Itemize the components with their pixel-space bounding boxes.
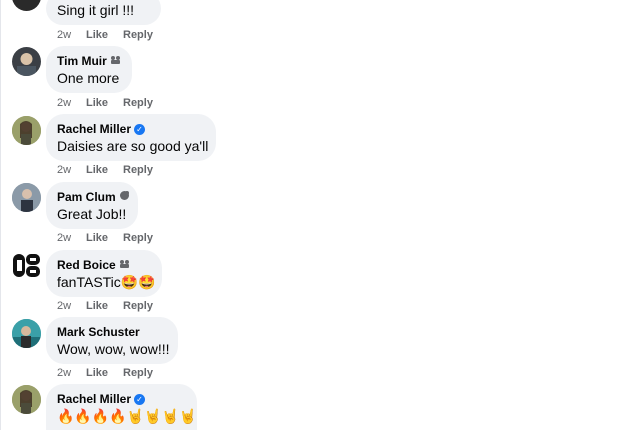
comment-actions: 2w Like Reply	[57, 28, 153, 42]
reply-button[interactable]: Reply	[123, 28, 153, 42]
comment-text: Great Job!!	[57, 206, 127, 222]
comment-time[interactable]: 2w	[57, 299, 86, 313]
comment-time[interactable]: 2w	[57, 366, 86, 380]
reply-button[interactable]: Reply	[123, 299, 153, 313]
avatar[interactable]	[12, 385, 41, 414]
comment-author[interactable]: Pam Clum	[57, 190, 116, 205]
avatar[interactable]	[12, 0, 41, 11]
red-boice-logo	[13, 254, 40, 277]
comment-bubble: Rachel Miller ✓ 🔥🔥🔥🔥🤘🤘🤘🤘	[46, 384, 197, 430]
comment-actions: 2w Like Reply	[57, 299, 153, 313]
comment-bubble: Tim Muir One more	[46, 46, 132, 93]
avatar[interactable]	[12, 47, 41, 76]
comment-bubble: Pam Clum Great Job!!	[46, 182, 138, 229]
comment-time[interactable]: 2w	[57, 96, 86, 110]
comment-author[interactable]: Rachel Miller	[57, 122, 131, 137]
comment-bubble: Sing it girl !!!	[46, 0, 161, 25]
comment-actions: 2w Like Reply	[57, 96, 153, 110]
like-button[interactable]: Like	[86, 366, 123, 380]
comment-time[interactable]: 2w	[57, 163, 86, 177]
like-button[interactable]: Like	[86, 299, 123, 313]
verified-badge-icon: ✓	[134, 124, 146, 135]
comment-time[interactable]: 2w	[57, 28, 86, 42]
avatar-image	[12, 183, 41, 212]
comment-author[interactable]: Red Boice	[57, 258, 116, 273]
avatar-image	[12, 116, 41, 145]
top-fan-icon	[110, 54, 121, 69]
comment-author[interactable]: Rachel Miller	[57, 392, 131, 407]
comment-bubble: Rachel Miller ✓ Daisies are so good ya'l…	[46, 114, 216, 161]
comment-text: Wow, wow, wow!!!	[57, 341, 170, 357]
comment-text: 🔥🔥🔥🔥🤘🤘🤘🤘	[57, 408, 197, 424]
comment-actions: 2w Like Reply	[57, 366, 153, 380]
like-button[interactable]: Like	[86, 231, 123, 245]
reply-button[interactable]: Reply	[123, 366, 153, 380]
reply-button[interactable]: Reply	[123, 96, 153, 110]
verified-badge-icon: ✓	[134, 394, 146, 405]
avatar-image	[12, 385, 41, 414]
like-button[interactable]: Like	[86, 163, 123, 177]
comment-author[interactable]: Mark Schuster	[57, 325, 140, 340]
avatar[interactable]	[12, 251, 41, 280]
avatar[interactable]	[12, 183, 41, 212]
top-fan-icon	[119, 258, 130, 273]
comment-text: Sing it girl !!!	[57, 2, 135, 18]
comment-text: Daisies are so good ya'll	[57, 138, 209, 154]
left-divider	[0, 0, 1, 430]
avatar[interactable]	[12, 319, 41, 348]
avatar-image	[17, 53, 36, 76]
reply-button[interactable]: Reply	[123, 231, 153, 245]
comment-bubble: Mark Schuster Wow, wow, wow!!!	[46, 317, 178, 364]
reply-button[interactable]: Reply	[123, 163, 153, 177]
comment-author[interactable]: Tim Muir	[57, 54, 107, 69]
avatar[interactable]	[12, 116, 41, 145]
avatar-image	[12, 319, 41, 348]
comment-text: One more	[57, 70, 120, 86]
comment-text: fanTASTic🤩🤩	[57, 274, 156, 290]
top-fan-icon	[119, 190, 130, 205]
comment-actions: 2w Like Reply	[57, 231, 153, 245]
comment-actions: 2w Like Reply	[57, 163, 153, 177]
comment-bubble: Red Boice fanTASTic🤩🤩	[46, 250, 162, 297]
comment-time[interactable]: 2w	[57, 231, 86, 245]
like-button[interactable]: Like	[86, 28, 123, 42]
like-button[interactable]: Like	[86, 96, 123, 110]
